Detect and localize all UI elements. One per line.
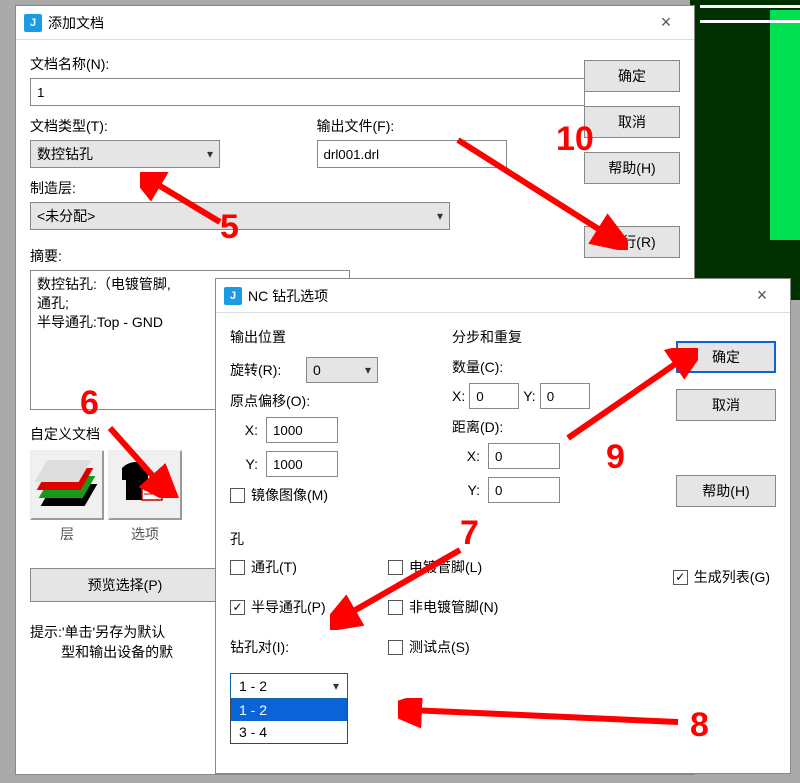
- ok-button[interactable]: 确定: [676, 341, 776, 373]
- output-position-title: 输出位置: [230, 327, 430, 347]
- chevron-down-icon: ▾: [207, 147, 213, 161]
- doc-type-label: 文档类型(T):: [30, 116, 299, 136]
- options-button[interactable]: [108, 450, 182, 520]
- dist-y-label: Y:: [452, 482, 480, 498]
- through-hole-label: 通孔(T): [251, 557, 297, 577]
- pcb-background: [690, 0, 800, 300]
- distance-label: 距离(D):: [452, 417, 632, 437]
- chevron-down-icon: ▾: [437, 209, 443, 223]
- app-icon: J: [24, 14, 42, 32]
- drill-pair-option[interactable]: 1 - 2: [231, 699, 347, 721]
- origin-offset-label: 原点偏移(O):: [230, 391, 430, 411]
- cancel-button[interactable]: 取消: [676, 389, 776, 421]
- dlg1-title: 添加文档: [48, 13, 646, 33]
- plated-pin-label: 电镀管脚(L): [409, 557, 482, 577]
- preview-button[interactable]: 预览选择(P): [30, 568, 220, 602]
- layer-button[interactable]: [30, 450, 104, 520]
- close-icon[interactable]: ×: [646, 10, 686, 36]
- drill-pair-option[interactable]: 3 - 4: [231, 721, 347, 743]
- make-layer-label: 制造层:: [30, 178, 585, 198]
- output-file-input[interactable]: [317, 140, 507, 168]
- summary-label: 摘要:: [30, 246, 585, 266]
- plated-pin-checkbox[interactable]: [388, 560, 403, 575]
- make-layer-select[interactable]: <未分配> ▾: [30, 202, 450, 230]
- partial-hole-checkbox[interactable]: [230, 600, 245, 615]
- output-file-label: 输出文件(F):: [317, 116, 586, 136]
- nonplated-pin-label: 非电镀管脚(N): [409, 597, 498, 617]
- drill-pair-label: 钻孔对(I):: [230, 637, 348, 657]
- distance-y-input[interactable]: [488, 477, 560, 503]
- origin-x-input[interactable]: [266, 417, 338, 443]
- layer-icon: [39, 460, 95, 510]
- options-icon: [118, 460, 172, 511]
- step-repeat-title: 分步和重复: [452, 327, 632, 347]
- through-hole-checkbox[interactable]: [230, 560, 245, 575]
- help-button[interactable]: 帮助(H): [676, 475, 776, 507]
- origin-y-label: Y:: [230, 456, 258, 472]
- doc-name-input[interactable]: [30, 78, 585, 106]
- help-button[interactable]: 帮助(H): [584, 152, 680, 184]
- mirror-checkbox[interactable]: [230, 488, 245, 503]
- ok-button[interactable]: 确定: [584, 60, 680, 92]
- doc-type-select[interactable]: 数控钻孔 ▾: [30, 140, 220, 168]
- dlg1-titlebar: J 添加文档 ×: [16, 6, 694, 40]
- distance-x-input[interactable]: [488, 443, 560, 469]
- cancel-button[interactable]: 取消: [584, 106, 680, 138]
- chevron-down-icon: ▾: [333, 679, 339, 693]
- partial-hole-label: 半导通孔(P): [251, 597, 326, 617]
- dlg2-title: NC 钻孔选项: [248, 286, 742, 306]
- hole-section-title: 孔: [230, 529, 776, 549]
- count-y-label: Y:: [523, 388, 535, 404]
- app-icon: J: [224, 287, 242, 305]
- rotation-label: 旋转(R):: [230, 360, 298, 380]
- origin-x-label: X:: [230, 422, 258, 438]
- drill-pair-select[interactable]: 1 - 2 ▾: [230, 673, 348, 699]
- nonplated-pin-checkbox[interactable]: [388, 600, 403, 615]
- run-button[interactable]: 运行(R): [584, 226, 680, 258]
- dlg2-titlebar: J NC 钻孔选项 ×: [216, 279, 790, 313]
- chevron-down-icon: ▾: [365, 363, 371, 377]
- count-label: 数量(C):: [452, 357, 632, 377]
- rotation-select[interactable]: 0 ▾: [306, 357, 378, 383]
- drill-pair-dropdown: 1 - 2 3 - 4: [230, 699, 348, 744]
- nc-drill-options-dialog: J NC 钻孔选项 × 输出位置 旋转(R): 0 ▾ 原点偏移(O): X:: [215, 278, 791, 774]
- gen-list-label: 生成列表(G): [694, 567, 770, 587]
- dist-x-label: X:: [452, 448, 480, 464]
- test-point-checkbox[interactable]: [388, 640, 403, 655]
- count-x-label: X:: [452, 388, 465, 404]
- count-y-input[interactable]: [540, 383, 590, 409]
- close-icon[interactable]: ×: [742, 283, 782, 309]
- options-caption: 选项: [108, 524, 182, 544]
- count-x-input[interactable]: [469, 383, 519, 409]
- origin-y-input[interactable]: [266, 451, 338, 477]
- gen-list-checkbox[interactable]: [673, 570, 688, 585]
- doc-name-label: 文档名称(N):: [30, 54, 585, 74]
- test-point-label: 测试点(S): [409, 637, 470, 657]
- mirror-label: 镜像图像(M): [251, 485, 328, 505]
- layer-caption: 层: [30, 524, 104, 544]
